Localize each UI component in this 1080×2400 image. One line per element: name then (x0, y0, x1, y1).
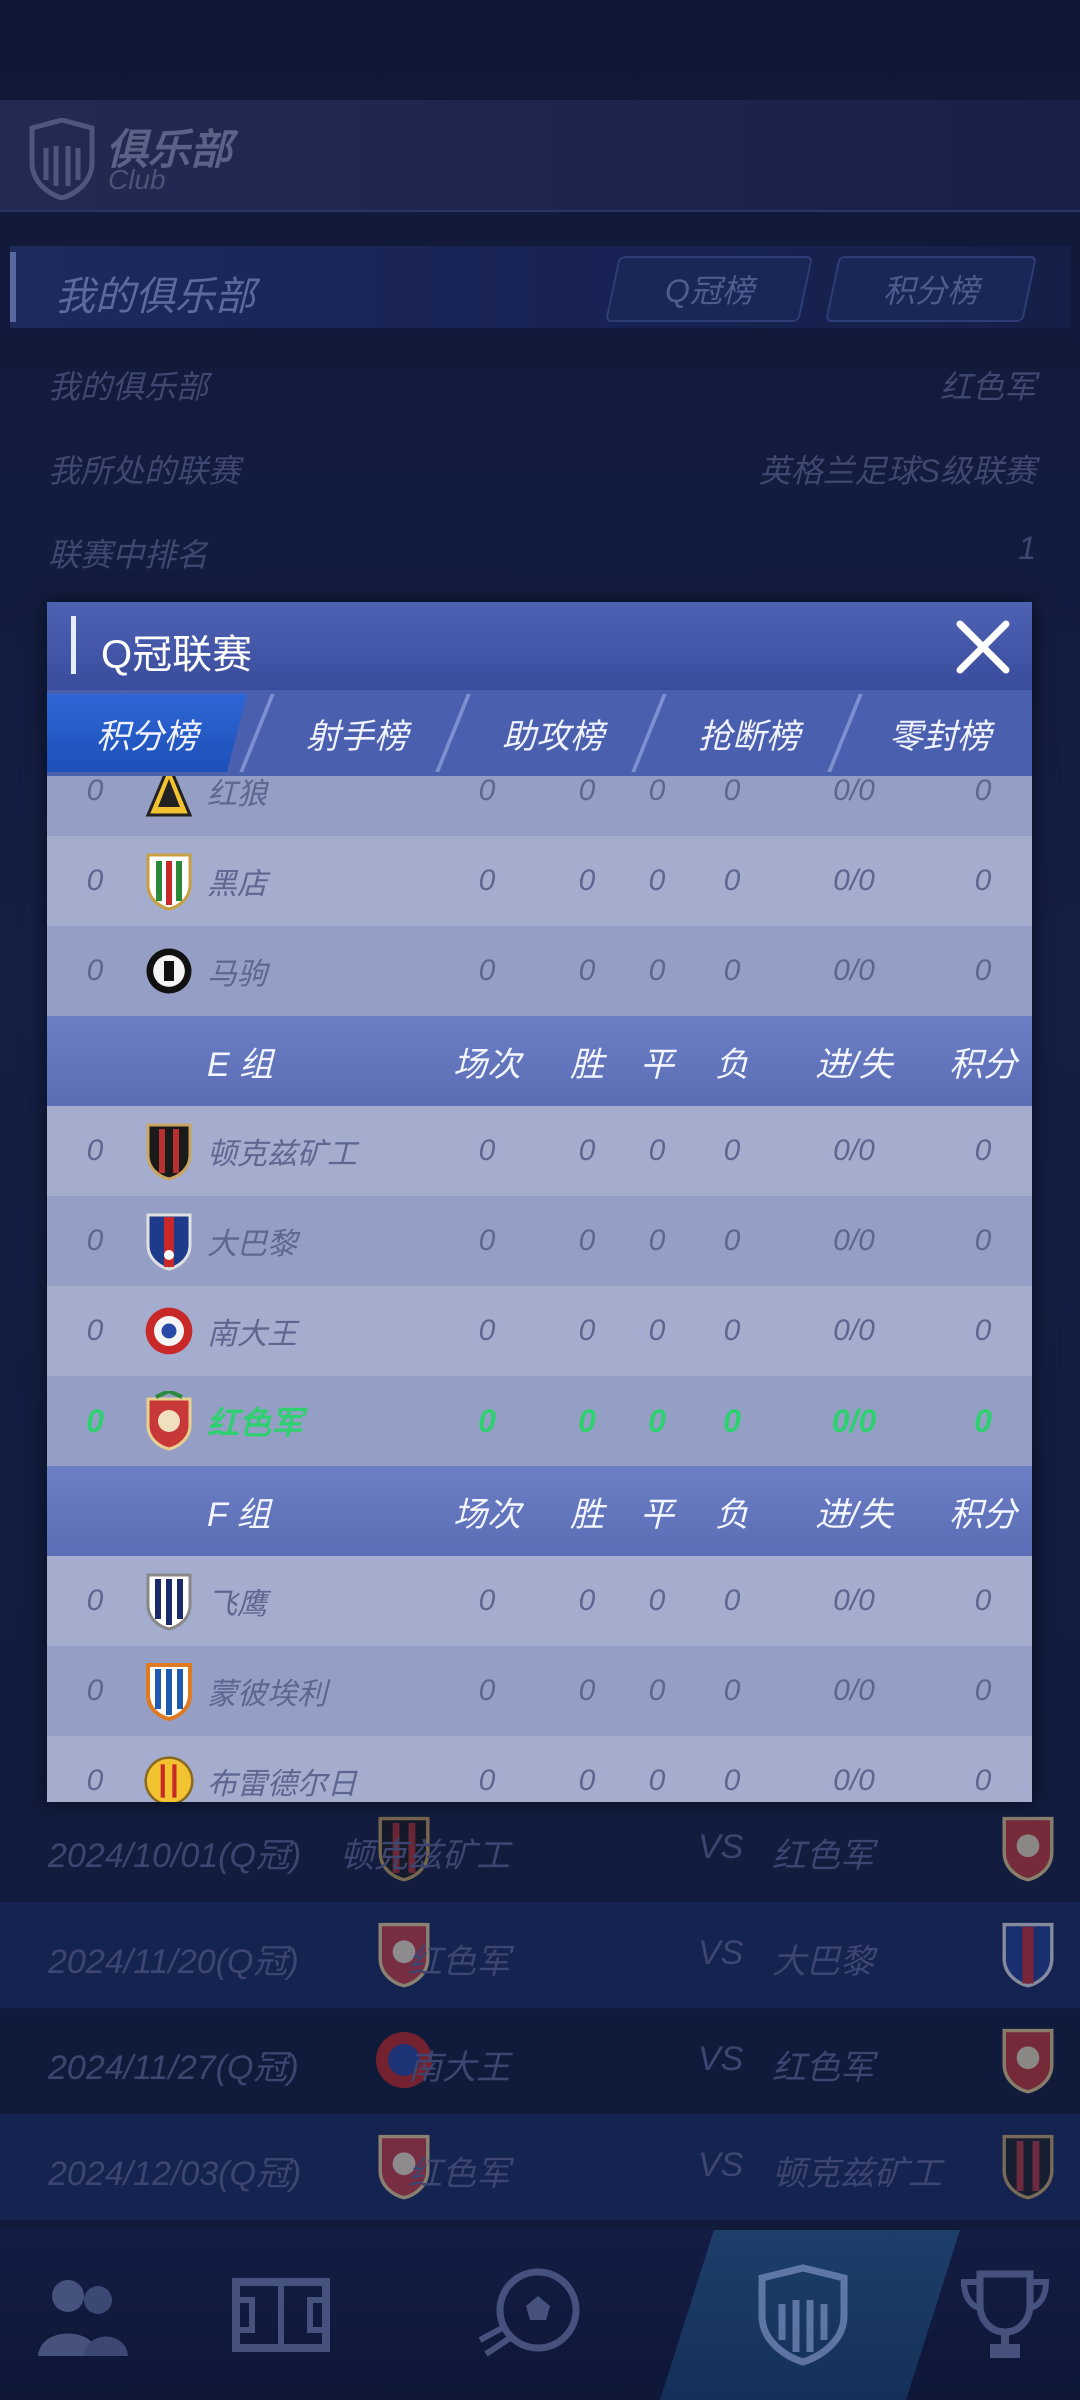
group-header-row: F 组 场次 胜 平 负 进/失 积分 (47, 1466, 1032, 1556)
team-logo-icon (139, 1106, 199, 1196)
table-row[interactable]: 0 马驹 0 0 0 0 0/0 0 (47, 926, 1032, 1016)
table-row[interactable]: 0 蒙彼埃利 0 0 0 0 0/0 0 (47, 1646, 1032, 1736)
ball-icon[interactable] (476, 2260, 586, 2370)
tab-points[interactable]: 积分榜 (47, 694, 247, 772)
standings-table[interactable]: 0 红狼 0 0 0 0 0/0 0 0 黑店 0 0 0 0 0/0 0 0 … (47, 776, 1032, 1802)
match-row[interactable]: 2024/10/01(Q冠) 顿克兹矿工 VS 红色军 (0, 1796, 1080, 1902)
match-row[interactable]: 2024/11/20(Q冠) 红色军 VS 大巴黎 (0, 1902, 1080, 2008)
team-logo-icon (139, 1736, 199, 1802)
team-logo-icon (139, 1646, 199, 1736)
team-crest-icon (1002, 1922, 1054, 1988)
page-subtitle: Club (108, 164, 166, 195)
bottom-nav (0, 2230, 1080, 2400)
table-row[interactable]: 0 红狼 0 0 0 0 0/0 0 (47, 776, 1032, 836)
tab-assists[interactable]: 助攻榜 (463, 694, 643, 772)
points-ranking-button[interactable]: 积分榜 (824, 256, 1038, 322)
team-logo-icon (139, 1376, 199, 1466)
tab-tackles[interactable]: 抢断榜 (659, 694, 839, 772)
section-title: 我的俱乐部 (55, 275, 255, 319)
pitch-icon[interactable] (226, 2260, 336, 2370)
team-logo-icon (139, 1556, 199, 1646)
table-row[interactable]: 0 大巴黎 0 0 0 0 0/0 0 (47, 1196, 1032, 1286)
q-ranking-button[interactable]: Q冠榜 (604, 256, 814, 322)
info-row: 我所处的联赛 英格兰足球S级联赛 (48, 453, 1036, 489)
team-logo-icon (139, 776, 199, 836)
info-row: 我的俱乐部 红色军 (48, 369, 1036, 405)
club-icon[interactable] (748, 2260, 858, 2370)
club-emblem-icon (29, 118, 95, 200)
team-crest-icon (1002, 2028, 1054, 2094)
team-icon[interactable] (28, 2260, 138, 2370)
close-icon[interactable] (952, 616, 1014, 678)
team-crest-icon (1002, 1816, 1054, 1882)
tab-scorers[interactable]: 射手榜 (267, 694, 447, 772)
modal-title-accent (71, 616, 76, 674)
my-team-row[interactable]: 0 红色军 0 0 0 0 0/0 0 (47, 1376, 1032, 1466)
match-row[interactable]: 2024/12/03(Q冠) 红色军 VS 顿克兹矿工 (0, 2114, 1080, 2220)
modal-tabs: 积分榜 射手榜 助攻榜 抢断榜 零封榜 (47, 690, 1032, 776)
team-logo-icon (139, 836, 199, 926)
trophy-icon[interactable] (950, 2260, 1060, 2370)
modal-title: Q冠联赛 (101, 633, 253, 677)
team-logo-icon (139, 926, 199, 1016)
league-modal: Q冠联赛 积分榜 射手榜 助攻榜 抢断榜 零封榜 0 红狼 0 0 0 0 0/… (47, 602, 1032, 1802)
modal-header: Q冠联赛 (47, 602, 1032, 690)
info-row: 联赛中排名 1 (48, 530, 1036, 573)
group-header-row: E 组 场次 胜 平 负 进/失 积分 (47, 1016, 1032, 1106)
table-row[interactable]: 0 南大王 0 0 0 0 0/0 0 (47, 1286, 1032, 1376)
table-row[interactable]: 0 顿克兹矿工 0 0 0 0 0/0 0 (47, 1106, 1032, 1196)
tab-clean-sheets[interactable]: 零封榜 (855, 694, 1025, 772)
table-row[interactable]: 0 布雷德尔日 0 0 0 0 0/0 0 (47, 1736, 1032, 1802)
match-row[interactable]: 2024/11/27(Q冠) 南大王 VS 红色军 (0, 2008, 1080, 2114)
team-logo-icon (139, 1196, 199, 1286)
table-row[interactable]: 0 飞鹰 0 0 0 0 0/0 0 (47, 1556, 1032, 1646)
table-row[interactable]: 0 黑店 0 0 0 0 0/0 0 (47, 836, 1032, 926)
team-logo-icon (139, 1286, 199, 1376)
team-crest-icon (1002, 2134, 1054, 2200)
